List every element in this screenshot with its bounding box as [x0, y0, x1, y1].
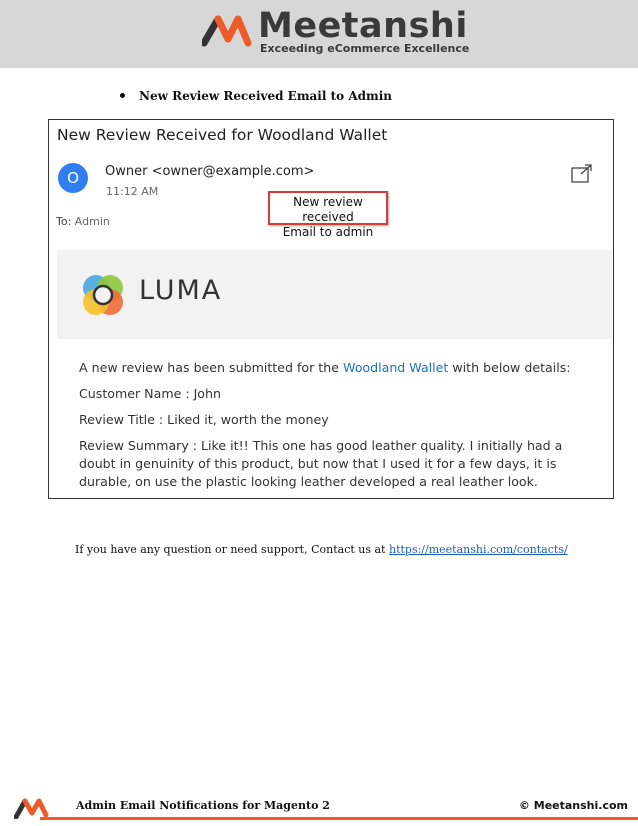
- footer-title: Admin Email Notifications for Magento 2: [76, 799, 330, 812]
- support-line: If you have any question or need support…: [75, 543, 568, 556]
- callout-line-2: Email to admin: [282, 225, 374, 239]
- email-sender: Owner <owner@example.com>: [105, 164, 315, 179]
- intro-before: A new review has been submitted for the: [79, 360, 339, 375]
- brand-tagline: Exceeding eCommerce Excellence: [260, 42, 470, 55]
- contact-link[interactable]: https://meetanshi.com/contacts/: [389, 543, 568, 556]
- meetanshi-mark-icon: [202, 15, 252, 47]
- email-screenshot: New Review Received for Woodland Wallet …: [48, 119, 614, 499]
- popout-icon[interactable]: [571, 164, 593, 184]
- title-line: Review Title : Liked it, worth the money: [79, 412, 329, 427]
- luma-logo-icon: [83, 275, 123, 315]
- page-footer: Admin Email Notifications for Magento 2 …: [0, 790, 638, 826]
- brand-name: Meetanshi: [258, 6, 468, 46]
- bullet-icon: [120, 93, 125, 98]
- footer-rule: [40, 817, 638, 820]
- email-time: 11:12 AM: [106, 185, 159, 198]
- meetanshi-footer-mark-icon: [14, 798, 49, 819]
- support-text: If you have any question or need support…: [75, 543, 386, 556]
- page-header: Meetanshi Exceeding eCommerce Excellence: [0, 0, 638, 68]
- luma-wordmark: LUMA: [139, 275, 223, 306]
- customer-line: Customer Name : John: [79, 386, 221, 401]
- email-banner: LUMA: [57, 250, 612, 339]
- intro-paragraph: A new review has been submitted for the …: [79, 359, 599, 377]
- section-heading-text: New Review Received Email to Admin: [139, 89, 392, 103]
- summary-line: Review Summary : Like it!! This one has …: [79, 438, 563, 489]
- email-subject: New Review Received for Woodland Wallet: [57, 126, 388, 144]
- footer-copyright: © Meetanshi.com: [518, 799, 628, 812]
- section-heading: New Review Received Email to Admin: [120, 89, 392, 103]
- email-body: A new review has been submitted for the …: [79, 359, 599, 499]
- meetanshi-logo: Meetanshi Exceeding eCommerce Excellence: [202, 6, 469, 60]
- product-link[interactable]: Woodland Wallet: [343, 360, 448, 375]
- email-recipient: To: Admin: [56, 215, 110, 228]
- annotation-callout: New review received Email to admin: [268, 191, 388, 239]
- to-label: To:: [56, 215, 72, 228]
- intro-after: with below details:: [452, 360, 571, 375]
- callout-line-1: New review received: [293, 195, 363, 224]
- to-value: Admin: [74, 215, 110, 228]
- avatar: O: [58, 163, 88, 193]
